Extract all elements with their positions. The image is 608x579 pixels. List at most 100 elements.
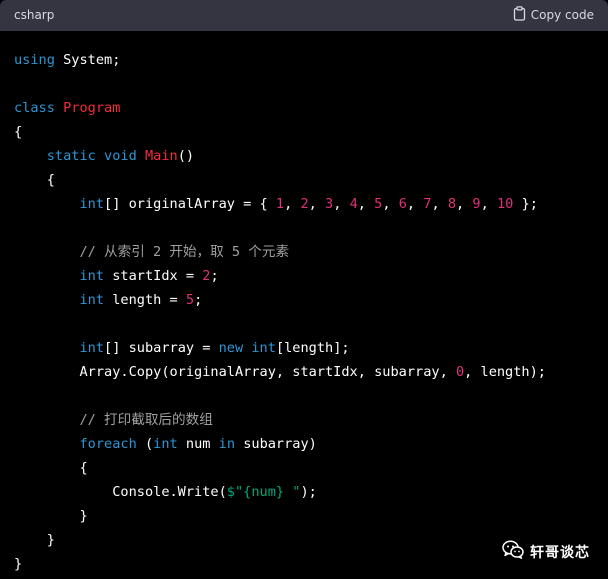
- code-token: 2: [300, 196, 309, 212]
- code-token: [] subarray =: [104, 340, 219, 356]
- code-token: int: [79, 292, 105, 308]
- code-line: {: [14, 120, 546, 144]
- code-token: {: [14, 460, 88, 476]
- code-token: 6: [398, 196, 407, 212]
- code-token: (): [177, 148, 195, 164]
- code-token: int: [79, 268, 105, 284]
- code-header: csharp Copy code: [0, 0, 608, 31]
- language-label: csharp: [14, 8, 55, 22]
- code-token: int: [251, 340, 276, 356]
- code-line: int length = 5;: [14, 288, 546, 312]
- code-line: int[] subarray = new int[length];: [14, 336, 546, 360]
- code-line: // 打印截取后的数组: [14, 408, 546, 432]
- code-line: Array.Copy(originalArray, startIdx, suba…: [14, 360, 546, 384]
- code-token: void: [104, 148, 137, 164]
- code-token: int: [153, 436, 178, 452]
- code-token: [length];: [275, 340, 350, 356]
- code-token: 5: [185, 292, 195, 308]
- code-line: {: [14, 456, 546, 480]
- code-token: [] originalArray = {: [104, 196, 276, 212]
- clipboard-icon: [513, 6, 526, 25]
- code-token: // 打印截取后的数组: [79, 412, 213, 428]
- code-token: ,: [480, 196, 497, 212]
- code-token: ,: [382, 196, 399, 212]
- code-line: Console.Write($"{num} ");: [14, 480, 546, 504]
- code-token: int: [79, 340, 105, 356]
- code-token: startIdx =: [104, 268, 203, 284]
- code-line: static void Main(): [14, 144, 546, 168]
- code-token: in: [218, 436, 236, 452]
- watermark: 轩哥谈芯: [502, 540, 590, 563]
- code-line: {: [14, 168, 546, 192]
- code-token: 9: [472, 196, 481, 212]
- code-token: 0: [455, 364, 465, 380]
- code-token: (: [136, 436, 154, 452]
- code-token: System;: [54, 52, 121, 68]
- code-token: }: [14, 556, 23, 572]
- code-token: static: [46, 148, 96, 164]
- code-token: {: [14, 124, 23, 140]
- code-token: class: [14, 100, 55, 116]
- code-token: Main: [144, 148, 178, 164]
- code-content: using System; class Program { static void …: [14, 48, 546, 576]
- code-token: Array.Copy(originalArray, startIdx, suba…: [14, 364, 456, 380]
- code-line: foreach (int num in subarray): [14, 432, 546, 456]
- code-line: int[] originalArray = { 1, 2, 3, 4, 5, 6…: [14, 192, 546, 216]
- code-line: using System;: [14, 48, 546, 72]
- code-token: ,: [308, 196, 326, 212]
- code-token: {: [14, 172, 55, 188]
- code-token: ;: [210, 268, 219, 284]
- code-token: 10: [496, 196, 514, 212]
- code-token: subarray): [235, 436, 317, 452]
- code-token: 8: [447, 196, 457, 212]
- wechat-icon: [502, 540, 524, 563]
- code-token: // 从索引 2 开始，取 5 个元素: [79, 244, 290, 260]
- code-block: csharp Copy code using System; class Prog…: [0, 0, 608, 579]
- watermark-text: 轩哥谈芯: [530, 544, 590, 561]
- code-token: 3: [325, 196, 334, 212]
- code-token: ,: [431, 196, 448, 212]
- code-token: ,: [357, 196, 375, 212]
- code-token: }: [14, 508, 88, 524]
- code-line: int startIdx = 2;: [14, 264, 546, 288]
- code-token: );: [300, 484, 317, 500]
- code-token: foreach: [79, 436, 137, 452]
- code-token: ,: [456, 196, 473, 212]
- code-line: // 从索引 2 开始，取 5 个元素: [14, 240, 546, 264]
- code-token: length =: [104, 292, 186, 308]
- code-token: using: [14, 52, 55, 68]
- copy-code-button[interactable]: Copy code: [513, 6, 594, 25]
- code-token: ;: [194, 292, 203, 308]
- code-token: ,: [406, 196, 424, 212]
- copy-code-label: Copy code: [530, 8, 594, 22]
- code-token: $"{num} ": [226, 484, 301, 500]
- code-token: };: [513, 196, 538, 212]
- code-token: ,: [284, 196, 301, 212]
- code-token: Console.Write(: [14, 484, 227, 500]
- code-token: , length);: [464, 364, 546, 380]
- code-token: Program: [63, 100, 121, 116]
- code-token: 1: [275, 196, 285, 212]
- code-token: num: [177, 436, 219, 452]
- code-token: new: [218, 340, 244, 356]
- code-token: ,: [333, 196, 350, 212]
- code-token: int: [79, 196, 105, 212]
- code-line: }: [14, 504, 546, 528]
- code-line: }: [14, 552, 546, 576]
- code-line: }: [14, 528, 546, 552]
- code-token: }: [14, 532, 55, 548]
